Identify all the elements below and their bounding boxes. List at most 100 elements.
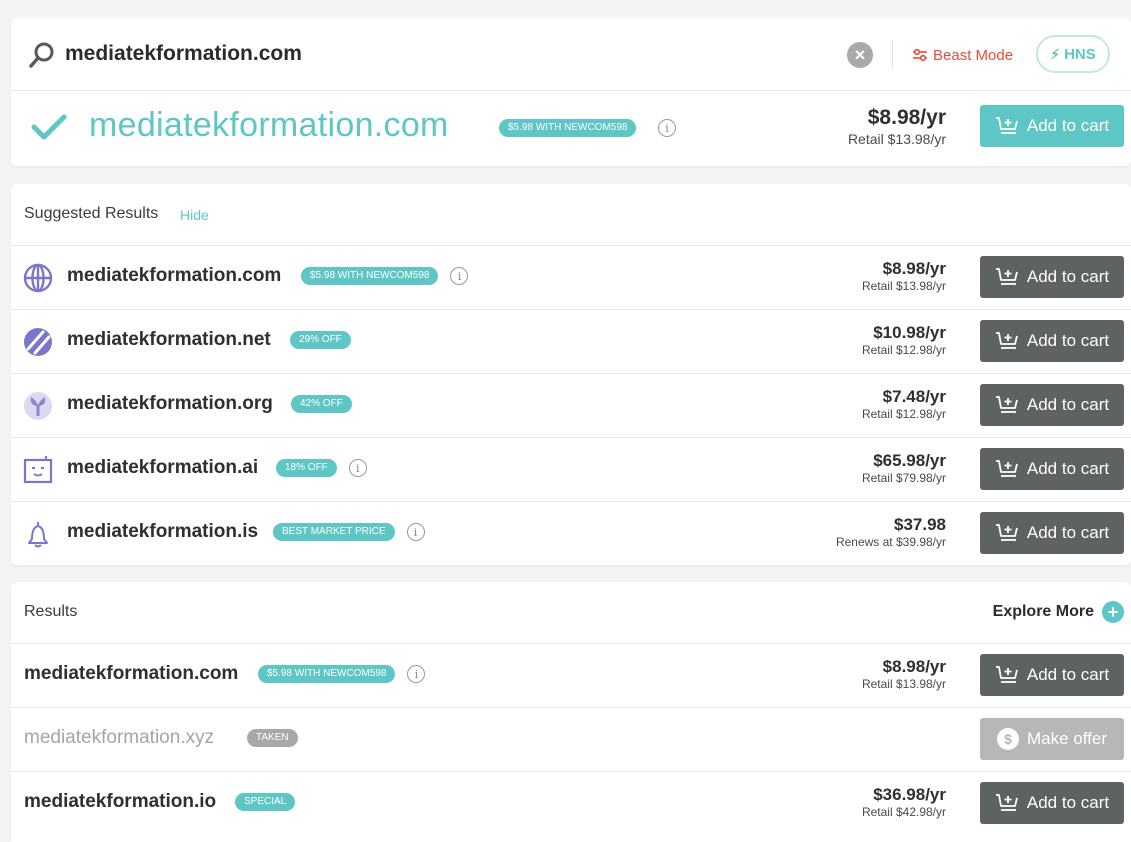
add-to-cart-label: Add to cart — [1026, 267, 1110, 286]
main-retail: Retail $13.98/yr — [847, 131, 946, 147]
result-row-com: mediatekformation.com $5.98 WITH NEWCOM5… — [11, 643, 1131, 708]
main-price: $8.98/yr — [867, 106, 946, 129]
check-icon — [31, 114, 67, 140]
hns-label: HNS — [1064, 45, 1096, 63]
domain-name[interactable]: mediatekformation.is — [67, 521, 258, 543]
row-meta: TAKEN — [247, 729, 298, 747]
retail-price: Retail $13.98/yr — [861, 677, 946, 691]
add-to-cart-label: Add to cart — [1026, 459, 1110, 478]
price: $10.98/yr — [873, 323, 946, 342]
results-title: Results — [24, 603, 78, 620]
row-meta: 18% OFF i — [276, 459, 367, 477]
suggested-results-card: Suggested Results Hide mediatekformation… — [11, 184, 1131, 565]
add-to-cart-button[interactable]: Add to cart — [980, 384, 1124, 426]
special-badge: SPECIAL — [235, 793, 296, 811]
suggested-row-net: mediatekformation.net 29% OFF $10.98/yr … — [11, 309, 1131, 374]
promo-badge: $5.98 WITH NEWCOM598 — [301, 267, 439, 285]
price: $7.48/yr — [882, 387, 946, 406]
domain-name[interactable]: mediatekformation.io — [24, 791, 216, 813]
cart-icon — [995, 332, 1018, 349]
price: $8.98/yr — [882, 259, 946, 278]
plus-icon: + — [1102, 601, 1124, 623]
retail-price: Retail $12.98/yr — [861, 407, 946, 421]
globe-icon — [23, 263, 53, 293]
explore-more-button[interactable]: Explore More + — [993, 601, 1124, 623]
add-to-cart-button[interactable]: Add to cart — [980, 782, 1124, 824]
domain-name[interactable]: mediatekformation.com — [67, 265, 281, 287]
domain-name[interactable]: mediatekformation.org — [67, 393, 273, 415]
cart-icon — [995, 268, 1018, 285]
row-meta: 29% OFF — [290, 331, 351, 349]
info-icon[interactable]: i — [406, 523, 425, 541]
main-add-to-cart-button[interactable]: Add to cart — [980, 105, 1124, 147]
org-icon — [24, 392, 52, 420]
results-card: Results Explore More + mediatekformation… — [11, 582, 1131, 842]
row-meta: 42% OFF — [291, 395, 352, 413]
cart-icon — [995, 794, 1018, 811]
price-block: $8.98/yr Retail $13.98/yr — [862, 259, 946, 293]
clear-search-button[interactable]: × — [847, 42, 873, 68]
promo-badge: $5.98 WITH NEWCOM598 — [258, 665, 396, 683]
hns-toggle[interactable]: ⚡︎ HNS — [1036, 35, 1110, 73]
main-price-block: $8.98/yr Retail $13.98/yr — [848, 106, 946, 148]
price-block: $8.98/yr Retail $13.98/yr — [862, 657, 946, 691]
results-header: Results Explore More + — [11, 582, 1131, 644]
price: $65.98/yr — [873, 451, 946, 470]
result-row-io: mediatekformation.io SPECIAL $36.98/yr R… — [11, 771, 1131, 835]
info-icon[interactable]: i — [407, 665, 426, 683]
info-icon[interactable]: i — [658, 119, 676, 137]
price-block: $10.98/yr Retail $12.98/yr — [862, 323, 946, 357]
suggested-row-org: mediatekformation.org 42% OFF $7.48/yr R… — [11, 373, 1131, 438]
hide-suggested-link[interactable]: Hide — [180, 207, 209, 223]
promo-badge: $5.98 WITH NEWCOM598 — [499, 119, 637, 137]
add-to-cart-button[interactable]: Add to cart — [980, 512, 1124, 554]
domain-name[interactable]: mediatekformation.net — [67, 329, 271, 351]
beast-mode-label: Beast Mode — [933, 46, 1014, 64]
main-add-to-cart-label: Add to cart — [1026, 116, 1110, 135]
explore-more-label: Explore More — [992, 603, 1094, 620]
divider — [892, 40, 893, 68]
add-to-cart-label: Add to cart — [1026, 331, 1110, 350]
price: $8.98/yr — [882, 657, 946, 676]
market-price-badge: BEST MARKET PRICE — [273, 523, 395, 541]
search-icon — [29, 42, 54, 68]
beast-mode-button[interactable]: Beast Mode — [912, 44, 1013, 66]
cart-icon — [995, 396, 1018, 413]
price-block: $65.98/yr Retail $79.98/yr — [862, 451, 946, 485]
add-to-cart-label: Add to cart — [1026, 523, 1110, 542]
robot-icon — [23, 456, 53, 484]
add-to-cart-button[interactable]: Add to cart — [980, 256, 1124, 298]
add-to-cart-label: Add to cart — [1026, 665, 1110, 684]
price-block: $37.98 Renews at $39.98/yr — [836, 515, 946, 549]
row-meta: BEST MARKET PRICE i — [273, 523, 425, 541]
domain-name[interactable]: mediatekformation.ai — [67, 457, 258, 479]
result-row-xyz: mediatekformation.xyz TAKEN $ Make offer — [11, 707, 1131, 772]
discount-badge: 18% OFF — [276, 459, 337, 477]
domain-name[interactable]: mediatekformation.xyz — [24, 727, 214, 749]
make-offer-button[interactable]: $ Make offer — [980, 718, 1124, 760]
taken-badge: TAKEN — [247, 729, 298, 747]
suggested-header: Suggested Results Hide — [11, 184, 1131, 246]
add-to-cart-label: Add to cart — [1026, 395, 1110, 414]
cart-icon — [995, 460, 1018, 477]
renewal-price: Renews at $39.98/yr — [835, 535, 946, 549]
info-icon[interactable]: i — [348, 459, 367, 477]
info-icon[interactable]: i — [450, 267, 469, 285]
make-offer-label: Make offer — [1026, 729, 1107, 748]
add-to-cart-button[interactable]: Add to cart — [980, 320, 1124, 362]
domain-search-input[interactable] — [65, 38, 765, 70]
search-bar: × Beast Mode ⚡︎ HNS — [11, 18, 1131, 91]
bell-icon — [28, 522, 48, 548]
net-icon — [24, 328, 52, 356]
domain-name[interactable]: mediatekformation.com — [24, 663, 238, 685]
search-card: × Beast Mode ⚡︎ HNS mediatekformation.co… — [11, 18, 1131, 166]
price-block: $36.98/yr Retail $42.98/yr — [862, 785, 946, 819]
add-to-cart-button[interactable]: Add to cart — [980, 654, 1124, 696]
retail-price: Retail $12.98/yr — [861, 343, 946, 357]
suggested-row-com: mediatekformation.com $5.98 WITH NEWCOM5… — [11, 245, 1131, 310]
add-to-cart-button[interactable]: Add to cart — [980, 448, 1124, 490]
cart-icon — [995, 117, 1018, 134]
cart-icon — [995, 666, 1018, 683]
suggested-title: Suggested Results — [24, 205, 159, 222]
row-meta: $5.98 WITH NEWCOM598 i — [301, 267, 469, 285]
